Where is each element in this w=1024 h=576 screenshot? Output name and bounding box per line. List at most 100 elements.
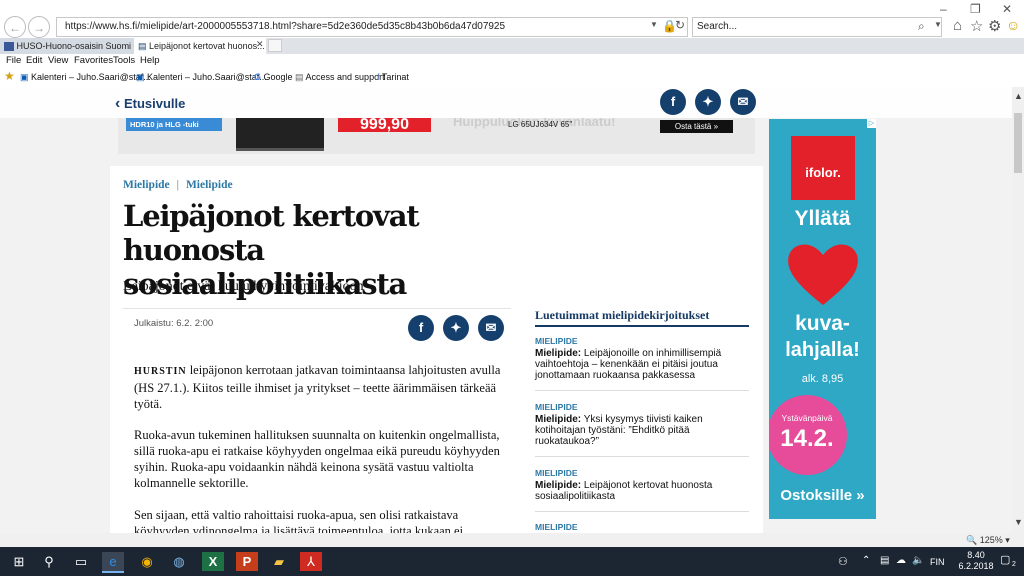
menu-help[interactable]: Help [140,54,160,68]
back-to-front-link[interactable]: ‹ Etusivulle [115,95,185,113]
scroll-up-icon[interactable]: ▲ [1014,91,1023,101]
sidebar-item-tag: MIELIPIDE [535,522,578,532]
sidebar-prefix: Mielipide: [535,414,582,425]
twitter-share-icon[interactable]: ✦ [443,315,469,341]
facebook-icon: f [377,72,380,82]
divider [123,308,511,309]
search-icon[interactable]: ⌕ [918,19,925,34]
fav-item-access-support[interactable]: ▤ Access and support [295,70,385,84]
volume-icon[interactable]: 🔈 [912,555,924,566]
windows-start-icon[interactable]: ⊞ [8,552,30,571]
restore-icon[interactable]: ❐ [970,2,981,16]
fav-item-kalenteri-1[interactable]: ▣ Kalenteri – Juho.Saari@staf... [20,70,151,84]
fav-item-tarinat[interactable]: f Tarinat [377,70,409,84]
facebook-share-icon[interactable]: f [408,315,434,341]
menu-tools[interactable]: Tools [113,54,135,68]
home-icon[interactable]: ⌂ [953,17,962,34]
acrobat-icon[interactable]: ⅄ [300,552,322,571]
sidebar-item-1[interactable]: Mielipide: Leipäjonoille on inhimillisem… [535,348,749,381]
close-window-icon[interactable]: ✕ [1002,2,1012,16]
ad-skyscraper-ifolor[interactable]: ifolor. Yllätä kuva- lahjalla! alk. 8,95… [769,119,876,519]
settings-gear-icon[interactable]: ⚙ [988,17,1001,35]
smiley-feedback-icon[interactable]: ☺ [1006,17,1020,33]
badge-top-text: Ystävänpäivä [781,413,833,423]
tab-label: Leipäjonot kertovat huonos... [149,41,265,51]
chrome-icon[interactable]: ◉ [136,552,158,571]
search-dropdown-icon[interactable]: ▼ [934,20,942,29]
twitter-share-icon[interactable]: ✦ [695,89,721,115]
most-read-rule [535,325,749,327]
browser-globe-icon[interactable]: ◍ [168,552,190,571]
menu-edit[interactable]: Edit [26,54,42,68]
powerpoint-icon[interactable]: P [236,552,258,571]
input-language[interactable]: FIN [930,557,945,567]
breadcrumb-separator: | [176,179,180,191]
ad-banner-lg[interactable]: HDR10 ja HLG -tuki 999,90 Huippuluokan k… [118,118,755,154]
hs-favicon-icon: ▤ [138,41,147,51]
sidebar-item-3[interactable]: Mielipide: Leipäjonot kertovat huonosta … [535,480,749,502]
back-arrow-icon[interactable]: ← [4,16,26,38]
forward-arrow-icon[interactable]: → [28,16,50,38]
ad-cta-button[interactable]: Osta tästä » [660,120,733,133]
search-input[interactable]: Search... [692,17,942,37]
favorites-star-icon[interactable]: ☆ [970,17,983,35]
tab-huso[interactable]: HUSO-Huono-osaisin Suomi -... [0,38,134,54]
sidebar-prefix: Mielipide: [535,480,582,491]
scroll-down-icon[interactable]: ▼ [1014,517,1023,527]
ad-line3: lahjalla! [785,339,860,361]
sidebar-prefix: Mielipide: [535,348,582,359]
back-link-label: Etusivulle [123,96,186,111]
status-bar [0,533,1024,547]
favorites-bar-star-icon[interactable]: ★ [4,69,15,83]
section-link[interactable]: Mielipide [123,179,170,191]
article-lead: Leipäjonot eivät kuulu hyvinvointivaltio… [123,279,364,294]
sidebar-item-2[interactable]: Mielipide: Yksi kysymys tiivisti kaiken … [535,414,749,447]
dropdown-arrow-icon[interactable]: ▼ [650,20,658,29]
page-icon: ▤ [295,72,304,82]
facebook-share-icon[interactable]: f [660,89,686,115]
zoom-level[interactable]: 🔍 125% ▾ [966,535,1010,546]
tab-leipajonot[interactable]: ▤ Leipäjonot kertovat huonos... [134,38,266,54]
fav-item-google[interactable]: G Google [254,70,293,84]
zoom-icon: 🔍 [966,535,978,545]
internet-explorer-icon[interactable]: e [102,552,124,573]
show-hidden-icons[interactable]: ⌃ [862,555,870,566]
facebook-favicon-icon [4,42,14,52]
file-explorer-icon[interactable]: ▰ [268,552,290,571]
fav-item-kalenteri-2[interactable]: ▣ Kalenteri – Juho.Saari@staf... [136,70,267,84]
badge-date: 14.2. [780,425,834,452]
notification-count: 2 [1012,561,1016,568]
network-icon[interactable]: ▤ [880,555,889,566]
ad-hdr-badge: HDR10 ja HLG -tuki [126,118,222,131]
minimize-icon[interactable]: – [940,2,947,16]
excel-icon[interactable]: X [202,552,224,571]
clock-date: 6.2.2018 [958,561,994,571]
google-icon: G [254,72,262,82]
menu-view[interactable]: View [48,54,68,68]
vertical-scrollbar[interactable]: ▲ ▼ [1012,87,1024,533]
people-icon[interactable]: ⚇ [838,555,848,568]
section-breadcrumb: Mielipide | Mielipide [123,179,233,191]
sidebar-item-tag: MIELIPIDE [535,336,578,346]
ad-choices-icon[interactable]: ▷ [867,119,876,128]
close-tab-icon[interactable]: ✕ [256,39,264,50]
task-view-icon[interactable]: ▭ [70,552,92,571]
tv-image [236,118,324,151]
email-share-icon[interactable]: ✉ [478,315,504,341]
action-center-icon[interactable]: ▢ [1000,553,1010,566]
clock[interactable]: 8.40 6.2.2018 [956,550,996,572]
dropcap-lead: HURSTIN [134,366,187,377]
email-share-icon[interactable]: ✉ [730,89,756,115]
search-icon[interactable]: ⚲ [38,552,60,571]
clock-time: 8.40 [967,550,985,560]
onedrive-icon[interactable]: ☁ [896,555,906,566]
tab-label: HUSO-Huono-osaisin Suomi -... [16,41,134,51]
chevron-left-icon: ‹ [115,95,121,112]
section-link[interactable]: Mielipide [186,179,233,191]
refresh-icon[interactable]: ↻ [675,18,685,32]
new-tab-button[interactable] [268,39,282,52]
menu-favorites[interactable]: Favorites [74,54,113,68]
menu-file[interactable]: File [6,54,21,68]
scroll-thumb[interactable] [1014,113,1022,173]
url-input[interactable]: https://www.hs.fi/mielipide/art-20000055… [56,17,688,37]
